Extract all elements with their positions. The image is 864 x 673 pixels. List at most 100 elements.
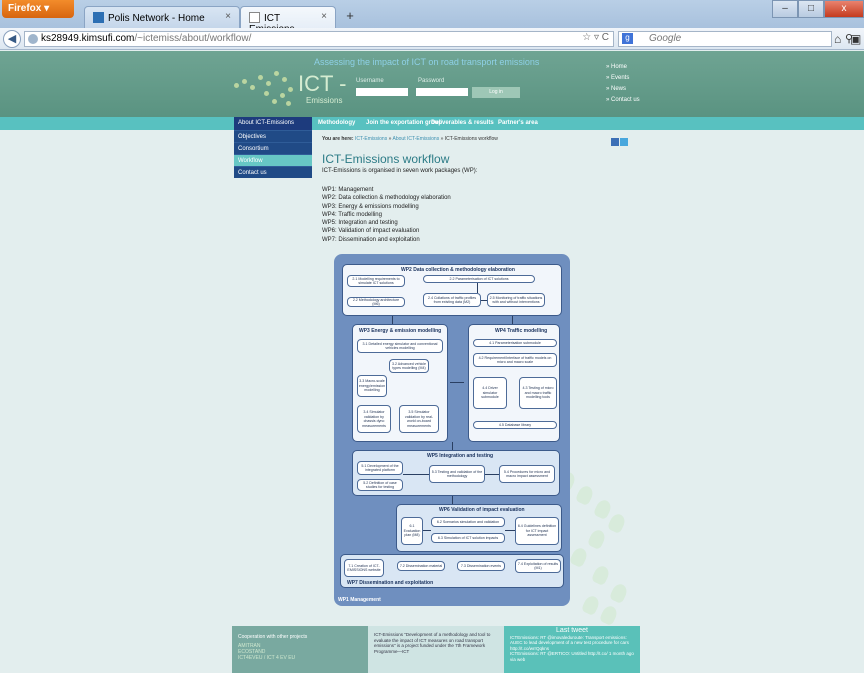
wp7-task: 7.4 Exploitation of results (M1) (515, 559, 561, 573)
wp1-title: WP1 Management (338, 597, 381, 603)
login-button[interactable]: Log in (472, 87, 520, 98)
close-window-button[interactable]: x (824, 0, 864, 18)
breadcrumb-link-about[interactable]: About ICT-Emissions (393, 136, 440, 142)
site-header: ICT - Emissions Assessing the impact of … (0, 51, 864, 117)
wp3-box: WP3 Energy & emission modelling 3.1 Deta… (352, 324, 448, 442)
breadcrumb: You are here: ICT-Emissions » About ICT-… (322, 136, 622, 142)
breadcrumb-link-home[interactable]: ICT-Emissions (355, 136, 387, 142)
minimize-button[interactable]: – (772, 0, 798, 18)
wp-item: WP1: Management (322, 187, 374, 193)
page-favicon-icon (249, 12, 260, 23)
wp2-task: 2.4 Collations of traffic profiles from … (423, 293, 481, 307)
wp-item: WP6: Validation of impact evaluation (322, 228, 420, 235)
password-label: Password (418, 78, 445, 84)
wp4-task: 4.5 Database library (473, 421, 557, 429)
wp7-box: 7.1 Creation of ICT-EMISSIONS website 7.… (340, 554, 564, 588)
url-bar[interactable]: ks28949.kimsufi.com/~ictemiss/about/work… (24, 31, 614, 47)
footer-tweet-text[interactable]: ICTEmissions: RT @imovaleduroute: Transp… (510, 635, 634, 652)
wp6-title: WP6 Validation of impact evaluation (439, 507, 525, 513)
polis-favicon-icon (93, 12, 104, 23)
footer-cooperation: Cooperation with other projects AMITRAN … (232, 626, 368, 673)
back-arrow-icon[interactable]: ◀ (3, 30, 21, 48)
wp-item: WP2: Data collection & methodology elabo… (322, 195, 451, 202)
browser-tab-bar: Firefox ▾ Polis Network - Home × ICT Emi… (0, 0, 864, 35)
wp2-task: 2.1 Modelling requirements to simulate I… (347, 275, 405, 287)
wp2-box: WP2 Data collection & methodology elabor… (342, 264, 562, 316)
logo-text[interactable]: ICT - (298, 71, 346, 97)
page-intro: ICT-Emissions is organised in seven work… (322, 168, 478, 174)
wp-item: WP4: Traffic modelling (322, 211, 382, 218)
breadcrumb-current: ICT-Emissions workflow (444, 136, 498, 142)
wp3-task: 3.1 Detailed energy simulator and conven… (357, 339, 443, 353)
wp4-task: 4.2 Requirement/Interface of traffic mod… (473, 353, 557, 367)
sidebar-item-consortium[interactable]: Consortium (234, 142, 312, 154)
bookmarks-icon[interactable]: ▣ (850, 32, 861, 46)
page-title: ICT-Emissions workflow (322, 152, 450, 166)
top-link-events[interactable]: » Events (606, 73, 640, 84)
footer: Cooperation with other projects AMITRAN … (232, 626, 640, 673)
workpackage-list: WP1: Management WP2: Data collection & m… (322, 186, 451, 244)
sidebar: About ICT-Emissions Objectives Consortiu… (234, 117, 312, 178)
top-link-home[interactable]: » Home (606, 62, 640, 73)
password-input[interactable] (416, 88, 468, 96)
search-input[interactable]: g Google ⚲ (618, 31, 853, 47)
username-input[interactable] (356, 88, 408, 96)
wp-item: WP7: Dissemination and exploitation (322, 236, 420, 243)
nav-methodology[interactable]: Methodology (318, 120, 355, 126)
globe-icon (28, 34, 38, 44)
sidebar-item-objectives[interactable]: Objectives (234, 130, 312, 142)
wp7-task: 7.1 Creation of ICT-EMISSIONS website (344, 559, 384, 577)
tab-close-icon[interactable]: × (225, 11, 231, 22)
wp-item: WP3: Energy & emissions modelling (322, 203, 419, 210)
google-icon[interactable]: g (622, 33, 633, 44)
footer-last-tweet: Last tweet ICTEmissions: RT @imovaleduro… (504, 626, 640, 673)
wp7-title: WP7 Dissemination and exploitation (347, 580, 434, 586)
footer-cooperation-title: Cooperation with other projects (238, 634, 308, 640)
home-icon[interactable]: ⌂ (834, 32, 841, 46)
sidebar-header[interactable]: About ICT-Emissions (234, 117, 312, 130)
wp6-task: 6.3 Simulation of ICT solution impacts (431, 533, 505, 543)
wp3-task: 3.3 Macro-scale energy/emission modellin… (357, 375, 387, 397)
top-link-contact[interactable]: » Contact us (606, 95, 640, 106)
tab-polis-network[interactable]: Polis Network - Home × (84, 6, 240, 28)
url-controls[interactable]: ☆ ▿ C (582, 32, 609, 43)
footer-tweet-text[interactable]: ICTEmissions: RT @ERTICO: Untitled http:… (510, 651, 634, 662)
wp7-task: 7.2 Dissemination material (397, 561, 445, 571)
tab-ict-emissions[interactable]: ICT Emissions × (240, 6, 336, 35)
firefox-menu-button[interactable]: Firefox ▾ (2, 0, 74, 18)
workflow-diagram: WP2 Data collection & methodology elabor… (334, 254, 570, 606)
maximize-button[interactable]: □ (798, 0, 824, 18)
wp2-task: 2.2 Parameterisation of ICT solutions (423, 275, 535, 283)
footer-link[interactable]: ICT4EVEU / ICT 4 EV EU (238, 655, 362, 661)
wp7-task: 7.3 Dissemination events (457, 561, 505, 571)
sidebar-item-workflow[interactable]: Workflow (234, 154, 312, 166)
wp4-task: 4.4 Driver simulator submodule (473, 377, 507, 409)
wp6-box: WP6 Validation of impact evaluation 6.1 … (396, 504, 562, 552)
window-controls: – □ x (772, 0, 864, 18)
logo-subtext: Emissions (306, 96, 343, 105)
new-tab-button[interactable]: + (340, 8, 360, 26)
wp2-task: 2.5 Monitoring of traffic situations wit… (487, 293, 545, 307)
wp4-title: WP4 Traffic modelling (495, 328, 548, 334)
url-path: /~ictemiss/about/workflow/ (134, 33, 252, 44)
nav-partners-area[interactable]: Partner's area (498, 120, 538, 126)
footer-tweet-title: Last tweet (556, 627, 588, 634)
wp3-title: WP3 Energy & emission modelling (359, 328, 442, 334)
wp5-task: 5.4 Procedures for micro and macro impac… (499, 465, 555, 483)
wp6-task: 6.2 Scenarios simulation and validation (431, 517, 505, 527)
browser-nav-bar: ◀ ks28949.kimsufi.com/~ictemiss/about/wo… (0, 28, 864, 50)
top-link-news[interactable]: » News (606, 84, 640, 95)
wp5-task: 5.3 Testing and validation of the method… (429, 465, 485, 483)
url-domain: ks28949.kimsufi.com (41, 33, 135, 44)
breadcrumb-prefix: You are here: (322, 136, 355, 142)
wp6-task: 6.1 Evaluation plan (M8) (401, 517, 423, 545)
tab-close-icon[interactable]: × (321, 11, 327, 22)
wp3-task: 3.2 Advanced vehicle types modelling (M4… (389, 359, 429, 373)
nav-deliverables[interactable]: Deliverables & results (431, 120, 494, 126)
wp4-task: 4.1 Parameterisation submodule (473, 339, 557, 347)
tab-label: Polis Network - Home (108, 13, 205, 24)
wp4-box: WP4 Traffic modelling 4.1 Parameterisati… (468, 324, 560, 442)
sidebar-item-contact[interactable]: Contact us (234, 166, 312, 178)
wp3-task: 3.5 Simulator validation by real-world o… (399, 405, 439, 433)
username-label: Username (356, 78, 384, 84)
